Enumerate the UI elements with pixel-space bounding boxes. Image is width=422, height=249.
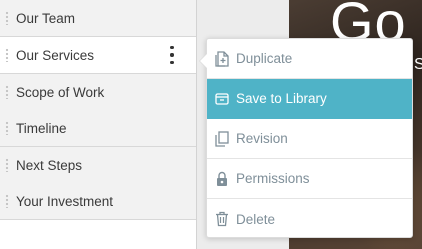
section-row-next-steps[interactable]: Next Steps [0,147,197,184]
menu-item-label: Save to Library [236,91,327,106]
drag-handle-icon[interactable] [5,194,9,208]
menu-item-label: Duplicate [236,51,293,66]
drag-handle-icon[interactable] [5,48,9,62]
section-label: Next Steps [16,157,83,173]
menu-item-revision[interactable]: Revision [207,119,412,159]
section-row-timeline[interactable]: Timeline [0,110,197,147]
trash-icon [215,211,229,227]
sidebar-divider [196,0,197,249]
section-row-our-services[interactable]: Our Services [0,37,197,74]
drag-handle-icon[interactable] [5,85,9,99]
drag-handle-icon[interactable] [5,11,9,25]
menu-item-permissions[interactable]: Permissions [207,159,412,199]
hero-subtitle: S [414,56,422,73]
section-label: Your Investment [16,193,114,209]
section-label: Timeline [16,120,67,136]
menu-item-label: Permissions [236,171,310,186]
section-row-scope-of-work[interactable]: Scope of Work [0,74,197,111]
section-context-menu: Duplicate Save to Library Revision Permi… [199,38,413,239]
menu-item-delete[interactable]: Delete [207,199,412,239]
duplicate-icon [215,50,229,67]
section-list-footer [0,220,197,249]
menu-item-save-to-library[interactable]: Save to Library [207,79,412,119]
section-list: Our Team Our Services Scope of Work Time… [0,0,197,249]
drag-handle-icon[interactable] [5,158,9,172]
menu-item-duplicate[interactable]: Duplicate [207,39,412,79]
section-row-our-team[interactable]: Our Team [0,0,197,37]
revision-icon [215,130,229,147]
menu-item-label: Delete [236,211,276,227]
more-options-icon[interactable] [167,46,177,64]
lock-icon [215,171,229,187]
menu-pointer [199,53,207,69]
library-icon [215,91,229,107]
section-label: Scope of Work [16,84,105,100]
menu-item-label: Revision [236,131,288,146]
drag-handle-icon[interactable] [5,121,9,135]
section-label: Our Team [16,10,76,26]
section-label: Our Services [16,47,95,63]
section-row-your-investment[interactable]: Your Investment [0,183,197,220]
